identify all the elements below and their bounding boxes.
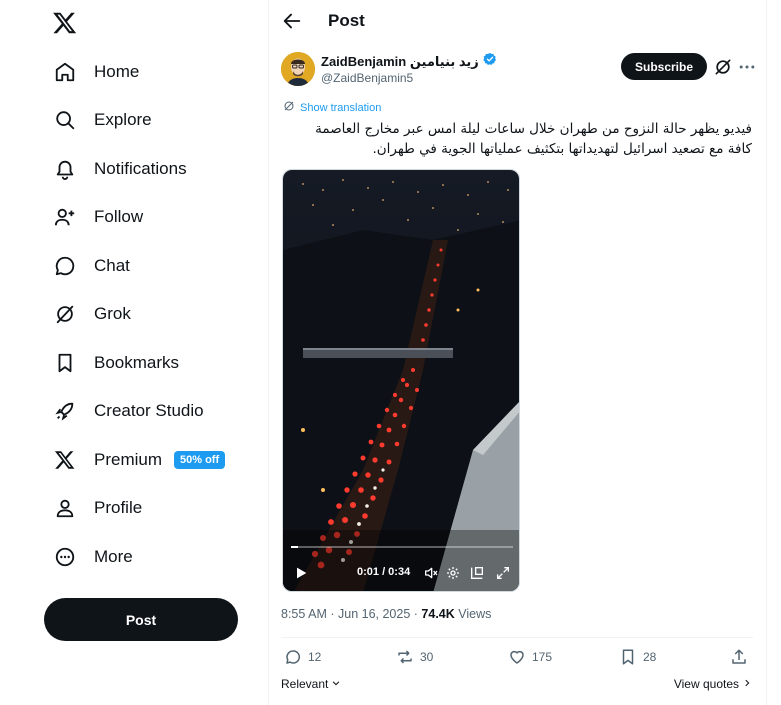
page-title: Post — [328, 11, 365, 30]
sidebar-item-label: Home — [94, 62, 140, 81]
sidebar-item-label: Bookmarks — [94, 353, 180, 372]
tweet-actions: 12 30 175 28 — [269, 648, 766, 670]
repost-count: 30 — [420, 650, 434, 664]
show-translation-label[interactable]: Show translation — [300, 102, 381, 114]
chat-icon — [54, 255, 76, 277]
sidebar-item-label: Creator Studio — [94, 401, 204, 420]
premium-discount-badge: 50% off — [174, 451, 226, 469]
like-button[interactable]: 175 — [508, 648, 552, 666]
video-progress-fill — [291, 546, 298, 548]
tweet-metadata: 8:55 AM · Jun 16, 2025 · 74.4K Views — [281, 607, 491, 621]
reply-button[interactable]: 12 — [284, 648, 321, 666]
heart-icon — [508, 648, 526, 666]
sidebar-item-label: Grok — [94, 304, 131, 323]
x-icon — [54, 449, 76, 471]
sidebar-item-grok[interactable]: Grok — [44, 292, 141, 336]
main-column: Post ZaidBenjamin زيد بنيامين @ZaidBenja… — [269, 0, 766, 705]
avatar[interactable] — [281, 52, 315, 86]
bookmark-button[interactable]: 28 — [619, 648, 656, 666]
sidebar-item-label: Follow — [94, 207, 144, 226]
pip-icon[interactable] — [469, 565, 485, 581]
bookmark-icon — [619, 648, 637, 666]
person-add-icon — [54, 206, 76, 228]
video-player[interactable]: 0:01 / 0:34 — [282, 169, 520, 592]
settings-gear-icon[interactable] — [445, 565, 461, 581]
views-count: 74.4K — [421, 607, 455, 621]
home-icon — [54, 61, 76, 83]
sidebar-item-home[interactable]: Home — [44, 50, 149, 94]
view-quotes-label: View quotes — [673, 677, 739, 691]
search-icon — [54, 109, 76, 131]
sidebar-item-label: More — [94, 547, 133, 566]
bookmark-count: 28 — [643, 650, 657, 664]
video-timecode: 0:01 / 0:34 — [357, 566, 411, 578]
sidebar-item-bookmarks[interactable]: Bookmarks — [44, 341, 189, 385]
column-divider — [766, 0, 767, 705]
sidebar-item-chat[interactable]: Chat — [44, 244, 140, 288]
header-bar: Post — [269, 0, 766, 42]
grok-icon — [54, 303, 76, 325]
video-progress-bar[interactable] — [291, 546, 513, 548]
sidebar-item-label: Profile — [94, 498, 143, 517]
volume-icon[interactable] — [423, 565, 439, 581]
views-label: Views — [458, 607, 492, 621]
sort-replies-dropdown[interactable]: Relevant — [281, 677, 341, 691]
repost-button[interactable]: 30 — [396, 648, 433, 666]
sidebar-item-label: Chat — [94, 256, 130, 275]
left-sidebar: Home Explore Notifications Follow Chat G… — [0, 0, 268, 705]
more-options-icon[interactable] — [737, 57, 757, 77]
author-display-name[interactable]: ZaidBenjamin زيد بنيامين — [321, 54, 479, 70]
bookmark-icon — [54, 352, 76, 374]
repost-icon — [396, 648, 414, 666]
sidebar-item-explore[interactable]: Explore — [44, 98, 162, 142]
video-frame — [283, 170, 519, 591]
author-name-row[interactable]: ZaidBenjamin زيد بنيامين — [321, 52, 497, 71]
reply-icon — [284, 648, 302, 666]
bell-icon — [54, 158, 76, 180]
sidebar-item-premium[interactable]: Premium 50% off — [44, 438, 235, 482]
like-count: 175 — [532, 650, 553, 664]
meta-separator: · — [330, 607, 338, 621]
sidebar-item-notifications[interactable]: Notifications — [44, 147, 197, 191]
post-button[interactable]: Post — [44, 598, 238, 641]
rocket-icon — [54, 400, 76, 422]
sidebar-item-profile[interactable]: Profile — [44, 486, 152, 530]
view-quotes-link[interactable]: View quotes — [674, 677, 752, 691]
sidebar-item-label: Explore — [94, 110, 152, 129]
chevron-down-icon — [331, 677, 341, 691]
grok-icon[interactable] — [713, 57, 733, 77]
back-arrow-icon[interactable] — [281, 10, 303, 32]
sort-label: Relevant — [281, 677, 329, 691]
fullscreen-icon[interactable] — [495, 565, 511, 581]
author-handle[interactable]: @ZaidBenjamin5 — [321, 71, 413, 85]
horizontal-divider — [281, 637, 753, 638]
reply-count: 12 — [308, 650, 322, 664]
sidebar-item-follow[interactable]: Follow — [44, 195, 153, 239]
translate-icon — [283, 100, 295, 115]
sidebar-item-label: Premium — [94, 450, 163, 469]
tweet-time[interactable]: 8:55 AM — [281, 607, 327, 621]
x-logo[interactable] — [52, 10, 78, 36]
person-icon — [54, 497, 76, 519]
verified-badge-icon — [483, 52, 497, 71]
sidebar-item-label: Notifications — [94, 159, 187, 178]
tweet-date[interactable]: Jun 16, 2025 — [338, 607, 410, 621]
subscribe-button[interactable]: Subscribe — [621, 53, 707, 80]
play-icon[interactable] — [293, 565, 309, 581]
share-icon — [730, 648, 748, 666]
sidebar-item-creator-studio[interactable]: Creator Studio — [44, 389, 214, 433]
sidebar-item-more[interactable]: More — [44, 535, 143, 579]
show-translation-link[interactable]: Show translation — [283, 100, 381, 115]
chevron-right-icon — [742, 677, 752, 691]
tweet-text: فيديو يظهر حالة النزوح من طهران خلال ساع… — [315, 121, 752, 157]
more-circle-icon — [54, 546, 76, 568]
share-button[interactable] — [730, 648, 748, 666]
